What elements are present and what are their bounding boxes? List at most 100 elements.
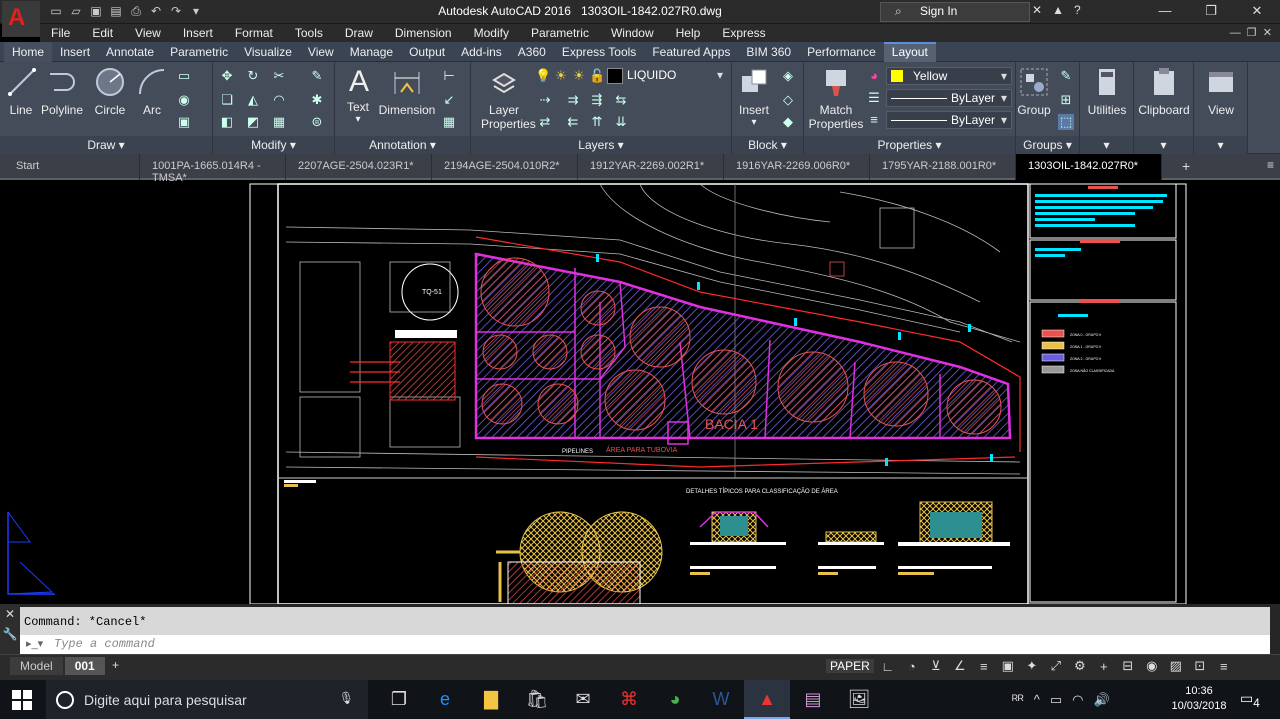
acrobat-icon[interactable]: ⌘ [606, 680, 652, 719]
add-layout-button[interactable]: + [112, 658, 119, 672]
document-tab[interactable]: 1001PA-1665.014R4 - TMSA* [140, 154, 286, 184]
document-tab[interactable]: 1795YAR-2188.001R0* [870, 154, 1016, 180]
layer-isolate-icon[interactable]: ⇉ [565, 92, 581, 108]
volume-icon[interactable]: 🔊 [1093, 692, 1109, 708]
view-panel-title[interactable]: ▾ [1194, 136, 1247, 154]
save-as-icon[interactable]: ▤ [108, 3, 124, 19]
layers-panel-title[interactable]: Layers ▾ [471, 136, 731, 154]
edit-block-icon[interactable]: ◇ [780, 92, 796, 108]
paper-space-toggle[interactable]: PAPER [826, 659, 874, 673]
color-wheel-icon[interactable]: ◕ [866, 68, 882, 84]
table-icon[interactable]: ▦ [441, 114, 457, 130]
customize-command-icon[interactable]: 🔧 [0, 624, 20, 644]
match-properties-button[interactable]: Match Properties [808, 66, 864, 131]
plus-icon[interactable]: + [1094, 659, 1114, 674]
insert-block-button[interactable]: Insert ▾ [734, 66, 774, 128]
layer-on-icon[interactable]: 💡 [535, 68, 551, 84]
clean-screen-icon[interactable]: ⊡ [1190, 658, 1210, 674]
annotation-monitor-icon[interactable]: ⊟ [1118, 658, 1138, 674]
dimension-button[interactable]: Dimension [377, 66, 437, 117]
restore-icon[interactable]: ❐ [1188, 0, 1234, 22]
layout-tab-001[interactable]: 001 [64, 657, 105, 675]
scale-icon[interactable]: ◩ [245, 114, 261, 130]
move-icon[interactable]: ✥ [219, 68, 235, 84]
ribbon-tab-a360[interactable]: A360 [510, 42, 554, 62]
draw-panel-title[interactable]: Draw ▾ [0, 136, 212, 154]
layer-freeze-icon[interactable]: ☀ [553, 68, 569, 84]
menu-format[interactable]: Format [224, 24, 284, 40]
document-tab[interactable]: 1303OIL-1842.027R0* [1016, 154, 1162, 180]
application-menu-button[interactable]: A [2, 1, 40, 37]
windows-start-icon[interactable] [12, 690, 32, 710]
layer-properties-button[interactable]: Layer Properties [481, 66, 536, 131]
groups-panel-title[interactable]: Groups ▾ [1016, 136, 1079, 154]
ribbon-tab-layout[interactable]: Layout [883, 42, 936, 62]
array-icon[interactable]: ▦ [271, 114, 287, 130]
layer-unisolate-icon[interactable]: ⇶ [589, 92, 605, 108]
menu-tools[interactable]: Tools [284, 24, 334, 40]
offset-icon[interactable]: ⊜ [309, 114, 325, 130]
ribbon-tab-visualize[interactable]: Visualize [236, 42, 300, 62]
linear-dimension-icon[interactable]: ⊢ [441, 68, 457, 84]
store-icon[interactable]: 🛍 [514, 680, 560, 719]
layout-tab-model[interactable]: Model [10, 657, 63, 675]
layer-state-icon[interactable]: ⇈ [589, 114, 605, 130]
layer-match-icon[interactable]: ⇢ [537, 92, 553, 108]
binoculars-icon[interactable]: ⌕ [895, 4, 902, 19]
layer-merge-icon[interactable]: ⇊ [613, 114, 629, 130]
plot-icon[interactable]: ⎙ [128, 3, 144, 19]
redo-icon[interactable]: ↷ [168, 3, 184, 19]
explode-icon[interactable]: ✱ [309, 92, 325, 108]
microphone-icon[interactable]: 🎙 [339, 691, 354, 705]
region-icon[interactable]: ▣ [176, 114, 192, 130]
menu-parametric[interactable]: Parametric [520, 24, 600, 40]
menu-draw[interactable]: Draw [334, 24, 384, 40]
ribbon-tab-output[interactable]: Output [401, 42, 453, 62]
osnap-icon[interactable]: ⊻ [926, 658, 946, 674]
annotation-scale-icon[interactable]: ⤢ [1046, 658, 1066, 674]
lineweight-dropdown[interactable]: ByLayer [886, 111, 1012, 129]
selection-cycle-icon[interactable]: ✦ [1022, 658, 1042, 674]
hatch-icon[interactable]: ◉ [176, 92, 192, 108]
autocad-task-icon[interactable]: ▲ [744, 680, 790, 719]
fillet-icon[interactable]: ◠ [271, 92, 287, 108]
document-tab[interactable]: 1916YAR-2269.006R0* [724, 154, 870, 180]
notification-center-icon[interactable]: ▭4 [1240, 690, 1260, 710]
block-panel-title[interactable]: Block ▾ [732, 136, 803, 154]
ribbon-tab-express-tools[interactable]: Express Tools [554, 42, 644, 62]
drawing-canvas[interactable]: TQ-51 BACIA 1 ÁREA PARA TUBOVIA PIPELINE… [0, 182, 1280, 604]
taskbar-search[interactable]: Digite aqui para pesquisar 🎙 [46, 680, 368, 719]
clipboard-panel-title[interactable]: ▾ [1134, 136, 1193, 154]
edge-icon[interactable]: e [422, 680, 468, 719]
command-prompt-icon[interactable]: ▸_▾ [26, 637, 43, 650]
menu-file[interactable]: File [40, 24, 81, 40]
leader-icon[interactable]: ↙ [441, 92, 457, 108]
exchange-icon[interactable]: ✕ [1032, 3, 1042, 17]
polar-icon[interactable]: ◔ [902, 659, 922, 674]
utilities-panel-title[interactable]: ▾ [1080, 136, 1133, 154]
wifi-icon[interactable]: ◠ [1072, 692, 1083, 708]
group-edit-icon[interactable]: ⊞ [1058, 92, 1074, 108]
ribbon-tab-insert[interactable]: Insert [52, 42, 98, 62]
polyline-button[interactable]: Polyline [40, 66, 84, 117]
group-selection-icon[interactable]: ⬚ [1058, 114, 1074, 130]
new-tab-button[interactable]: + [1182, 158, 1190, 174]
menu-window[interactable]: Window [600, 24, 665, 40]
rotate-icon[interactable]: ↻ [245, 68, 261, 84]
color-dropdown[interactable]: Yellow [886, 67, 1012, 85]
stretch-icon[interactable]: ◧ [219, 114, 235, 130]
ribbon-tab-view[interactable]: View [300, 42, 342, 62]
ungroup-icon[interactable]: ✎ [1058, 68, 1074, 84]
close-icon[interactable]: ✕ [1234, 0, 1280, 22]
sign-in-button[interactable]: Sign In [920, 4, 957, 18]
text-button[interactable]: A Text ▾ [343, 66, 373, 126]
word-icon[interactable]: W [698, 680, 744, 719]
file-explorer-icon[interactable]: ▇ [468, 680, 514, 719]
isolate-icon[interactable]: ◉ [1142, 658, 1162, 674]
ribbon-tab-manage[interactable]: Manage [342, 42, 401, 62]
people-icon[interactable]: ᴿᴿ [1012, 692, 1024, 707]
tray-expand-icon[interactable]: ^ [1034, 692, 1040, 707]
linetype-dropdown[interactable]: ByLayer [886, 89, 1012, 107]
task-view-icon[interactable]: ❐ [376, 680, 422, 719]
menu-dimension[interactable]: Dimension [384, 24, 463, 40]
